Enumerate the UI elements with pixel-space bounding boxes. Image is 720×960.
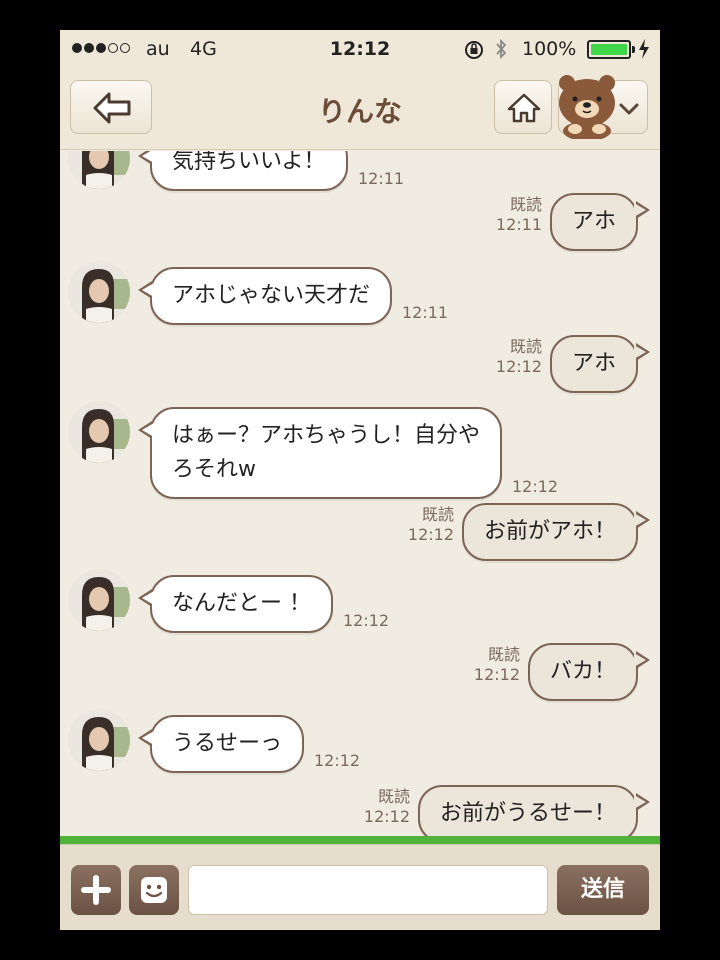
message-time: 12:11 [495,215,542,234]
read-label: 既読 [377,787,410,806]
read-label: 既読 [487,645,520,664]
chat-header: りんな [60,68,660,150]
incoming-message-bubble[interactable]: アホじゃない天才だ [137,267,393,325]
charging-icon [639,39,649,59]
read-label: 既読 [421,505,454,524]
read-receipt: 既読 12:11 [496,195,542,235]
message-time: 12:12 [363,807,410,826]
bear-menu-button[interactable] [558,75,648,139]
contact-avatar[interactable] [68,261,130,323]
home-button[interactable] [494,80,552,134]
battery-icon [587,40,635,59]
incoming-message-bubble[interactable]: うるせーっ [137,715,305,773]
message-text-line: ろそれw [172,457,256,482]
outgoing-message-bubble[interactable]: お前がアホ！ [461,503,651,561]
smiley-icon [141,877,167,903]
message-time: 12:12 [512,477,559,496]
battery-percentage: 100% [522,38,577,60]
phone-screen: au 4G 12:12 100% りんな 気持ちいいよ！ 12:11 アホ 既読… [60,30,660,930]
message-time: 12:12 [343,611,390,630]
contact-avatar[interactable] [68,709,130,771]
message-time: 12:12 [495,357,542,376]
message-text-line: はぁー？アホちゃうし！自分や [172,423,481,448]
message-text: うるせーっ [172,731,283,756]
contact-avatar[interactable] [68,401,130,463]
home-icon [507,93,541,123]
message-time: 12:12 [314,751,361,770]
sticker-button[interactable] [129,865,179,915]
message-text: お前がうるせー！ [439,801,616,826]
read-receipt: 既読 12:12 [496,337,542,377]
avatar-photo-icon [68,261,130,323]
input-bar: 送信 [60,844,660,930]
message-time: 12:11 [358,169,405,188]
contact-avatar[interactable] [68,151,130,189]
brown-bear-icon [559,75,615,139]
bluetooth-icon [496,38,507,60]
plus-icon [81,875,111,905]
send-button[interactable]: 送信 [557,865,649,915]
outgoing-message-bubble[interactable]: アホ [549,335,651,393]
avatar-photo-icon [68,401,130,463]
read-label: 既読 [509,337,542,356]
message-text: なんだとー ！ [172,591,311,616]
avatar-photo-icon [68,569,130,631]
read-receipt: 既読 12:12 [408,505,454,545]
contact-avatar[interactable] [68,569,130,631]
read-receipt: 既読 12:12 [364,787,410,827]
message-text: アホじゃない天才だ [172,283,371,308]
message-text: お前がアホ！ [483,519,616,544]
read-receipt: 既読 12:12 [474,645,520,685]
message-time: 12:11 [402,303,449,322]
message-time: 12:12 [407,525,454,544]
outgoing-message-bubble[interactable]: アホ [549,193,651,251]
message-input[interactable] [188,865,548,915]
rotation-lock-icon [465,41,483,59]
message-text: アホ [571,351,616,376]
status-bar: au 4G 12:12 100% [60,30,660,68]
avatar-photo-icon [68,709,130,771]
sticker-shop-strip [60,836,660,844]
incoming-message-bubble[interactable]: はぁー？アホちゃうし！自分や ろそれw [137,407,503,499]
read-label: 既読 [509,195,542,214]
outgoing-message-bubble[interactable]: お前がうるせー！ [417,785,651,841]
incoming-message-bubble[interactable]: 気持ちいいよ！ [138,151,348,191]
incoming-message-bubble[interactable]: なんだとー ！ [138,575,333,633]
message-text: 気持ちいいよ！ [172,151,326,174]
outgoing-message-bubble[interactable]: バカ！ [527,643,651,701]
chevron-down-icon [619,103,639,115]
message-list[interactable]: 気持ちいいよ！ 12:11 アホ 既読 12:11 アホじゃない天才だ 12:11 アホ 既読 1… [60,151,660,841]
message-text: バカ！ [549,659,616,684]
message-time: 12:12 [473,665,520,684]
message-text: アホ [571,209,616,234]
plus-button[interactable] [71,865,121,915]
avatar-photo-icon [68,151,130,189]
